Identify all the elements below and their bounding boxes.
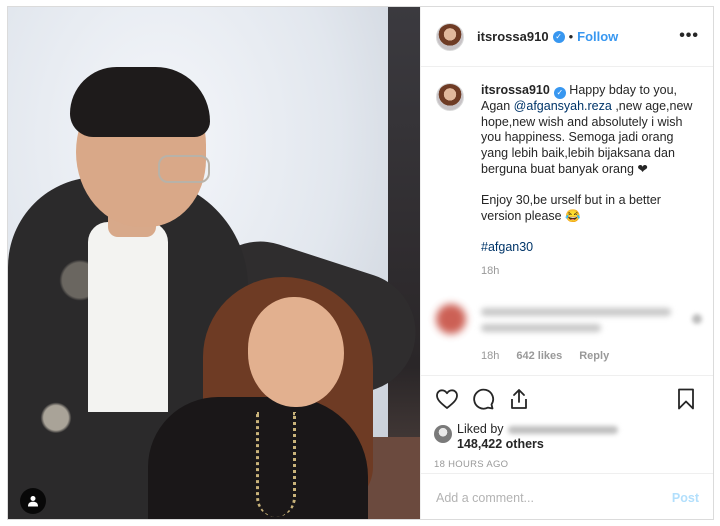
comment-icon [473,388,495,410]
save-button[interactable] [673,386,699,412]
user-tag-button[interactable] [20,488,46,514]
comments-section[interactable]: itsrossa910 ✓ Happy bday to you, Agan @af… [421,67,713,375]
likes-summary: Liked by 148,422 others [434,422,699,452]
follow-button[interactable]: Follow [577,29,618,44]
comment-likes[interactable]: 642 likes [516,350,562,362]
post-header: itsrossa910 ✓ • Follow ••• [421,7,713,67]
share-icon [511,389,527,409]
share-button[interactable] [506,386,532,412]
comment-time[interactable]: 18h [481,350,499,362]
user-tag-icon [28,496,38,507]
photo-figure-hair [70,67,210,137]
photo-second-figure-face [248,297,344,407]
verified-badge-icon: ✓ [553,86,566,99]
caption-row: itsrossa910 ✓ Happy bday to you, Agan @af… [436,83,699,256]
comment-button[interactable] [470,386,496,412]
blurred-comment-text [481,308,671,316]
likes-count[interactable]: 148,422 others [457,437,618,452]
photo-necklace [256,412,296,517]
more-options-icon[interactable]: ••• [679,27,699,45]
header-separator: • [568,29,574,44]
post-photo[interactable] [8,7,420,519]
avatar[interactable] [436,22,464,51]
post-side-panel: itsrossa910 ✓ • Follow ••• itsrossa910 ✓ … [420,7,713,519]
blurred-liker-name[interactable] [507,425,618,434]
instagram-post: itsrossa910 ✓ • Follow ••• itsrossa910 ✓ … [7,6,714,520]
avatar[interactable] [436,83,464,111]
action-icon-row [434,384,699,414]
caption-mention-link[interactable]: @afgansyah.reza [514,99,612,113]
bookmark-icon [678,388,694,410]
blurred-comment-text [481,324,601,332]
post-actions: Liked by 148,422 others 18 HOURS AGO [421,375,713,473]
photo-figure-glasses [158,155,210,183]
header-username[interactable]: itsrossa910 [477,29,549,44]
avatar[interactable] [436,304,466,334]
comment-like-icon[interactable] [692,314,702,324]
heart-icon [436,389,458,409]
verified-badge-icon: ✓ [552,30,565,43]
post-timestamp[interactable]: 18 HOURS AGO [434,459,699,470]
caption-username[interactable]: itsrossa910 [481,83,550,97]
caption-second-paragraph: Enjoy 30,be urself but in a better versi… [481,193,661,224]
comment-meta: 18h 642 likes Reply [481,350,609,362]
liked-by-label: Liked by [457,422,504,436]
avatar[interactable] [434,425,452,443]
add-comment-bar: Post [421,473,713,519]
like-button[interactable] [434,386,460,412]
caption-hashtag-link[interactable]: #afgan30 [481,240,533,254]
photo-figure-shirt [88,222,168,412]
likes-text: Liked by 148,422 others [457,422,618,452]
comment-reply-button[interactable]: Reply [579,350,609,362]
post-comment-button[interactable]: Post [672,491,699,505]
comment-input[interactable] [436,490,646,505]
caption-time[interactable]: 18h [481,265,699,277]
caption-text: itsrossa910 ✓ Happy bday to you, Agan @af… [481,83,699,256]
